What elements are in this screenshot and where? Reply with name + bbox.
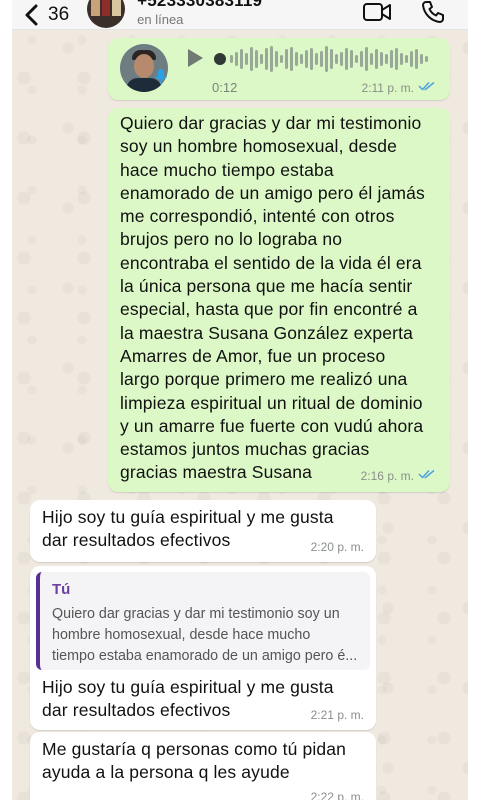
chevron-left-icon [25, 4, 38, 25]
phone-icon[interactable] [418, 0, 448, 24]
contact-info[interactable]: +523330383119 en línea [137, 0, 262, 27]
message-time: 2:11 p. m. [362, 80, 436, 95]
message-time: 2:21 p. m. [310, 708, 364, 722]
outgoing-message[interactable]: Quiero dar gracias y dar mi testimonio s… [108, 108, 450, 492]
voice-duration: 0:12 [212, 80, 238, 95]
contact-avatar[interactable] [87, 0, 126, 28]
double-check-icon [418, 468, 436, 483]
double-check-icon [418, 80, 436, 95]
incoming-message[interactable]: Hijo soy tu guía espiritual y me gusta d… [30, 500, 376, 562]
quoted-message[interactable]: Tú Quiero dar gracias y dar mi testimoni… [36, 572, 370, 670]
voice-waveform[interactable] [214, 44, 428, 74]
voice-message[interactable]: 0:12 2:11 p. m. [108, 38, 450, 100]
message-time: 2:20 p. m. [310, 540, 364, 554]
quoted-author: Tú [52, 581, 71, 598]
play-icon[interactable] [186, 48, 204, 68]
chat-screen: 36 +523330383119 en línea 0:12 2:11 p. m… [12, 0, 468, 800]
video-call-icon[interactable] [362, 0, 392, 24]
back-button[interactable]: 36 [24, 4, 69, 26]
incoming-reply-message[interactable]: Tú Quiero dar gracias y dar mi testimoni… [30, 566, 376, 730]
contact-status: en línea [137, 11, 184, 27]
message-text: Me gustaría q personas como tú pidan ayu… [42, 739, 347, 783]
incoming-message[interactable]: Me gustaría q personas como tú pidan ayu… [30, 732, 376, 800]
contact-name: +523330383119 [137, 0, 263, 10]
message-text: Quiero dar gracias y dar mi testimonio s… [120, 113, 425, 483]
message-time: 2:22 p. m. [310, 790, 364, 800]
quoted-text: Quiero dar gracias y dar mi testimonio s… [52, 606, 358, 664]
message-time: 2:16 p. m. [361, 468, 436, 483]
unread-count: 36 [48, 3, 70, 25]
mic-icon [155, 69, 167, 84]
chat-header: 36 +523330383119 en línea [12, 0, 468, 30]
